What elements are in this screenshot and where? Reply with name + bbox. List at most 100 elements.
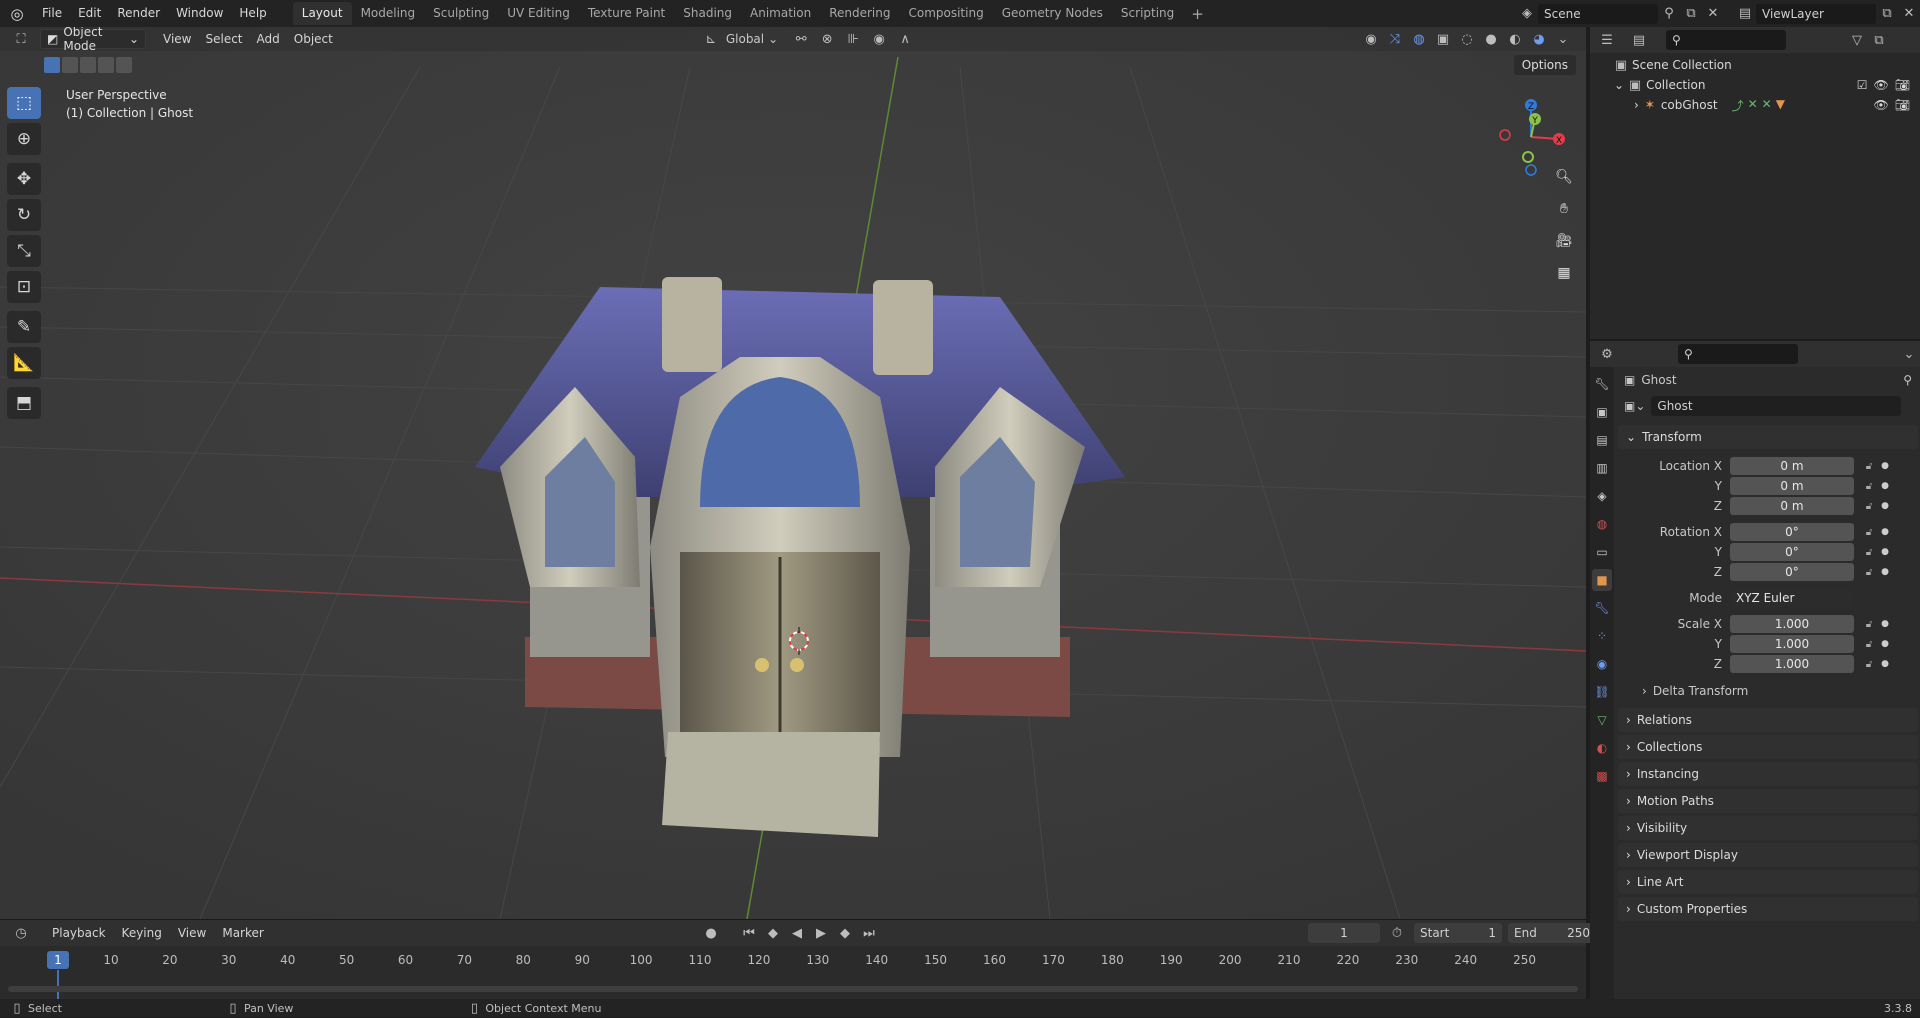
texture-tab-icon[interactable]: ▩: [1592, 765, 1612, 787]
timeline-menu-marker[interactable]: Marker: [214, 926, 271, 940]
perspective-grid-icon[interactable]: ▦: [1552, 261, 1576, 285]
custom-properties-panel-header[interactable]: › Custom Properties: [1618, 897, 1918, 921]
relations-panel-header[interactable]: › Relations: [1618, 708, 1918, 732]
render-tab-icon[interactable]: ▣: [1592, 401, 1612, 423]
delta-transform-subpanel[interactable]: › Delta Transform: [1618, 680, 1918, 702]
delete-scene-icon[interactable]: ✕: [1702, 4, 1724, 24]
tab-compositing[interactable]: Compositing: [899, 2, 992, 25]
transform-panel-header[interactable]: ⌄ Transform: [1618, 425, 1918, 449]
tool-tab-icon[interactable]: 🔧︎: [1592, 373, 1612, 395]
keyframe-dot-icon[interactable]: ●: [1878, 639, 1892, 649]
scene-tab-icon[interactable]: ◈: [1592, 485, 1612, 507]
physics-tab-icon[interactable]: ◉: [1592, 653, 1612, 675]
3d-viewport[interactable]: ⛶ ◩ Object Mode ⌄ View Select Add Object…: [0, 27, 1586, 919]
menu-window[interactable]: Window: [168, 0, 231, 27]
lock-icon[interactable]: 🔓︎: [1860, 639, 1878, 650]
rotation-x-field[interactable]: 0°: [1730, 523, 1854, 541]
rotation-mode-dropdown[interactable]: XYZ Euler: [1730, 589, 1854, 607]
rotation-y-field[interactable]: 0°: [1730, 543, 1854, 561]
jump-end-icon[interactable]: ⏭: [858, 923, 880, 943]
play-reverse-icon[interactable]: ◀: [786, 923, 808, 943]
new-viewlayer-icon[interactable]: ⧉: [1876, 4, 1898, 24]
lock-icon[interactable]: 🔓︎: [1860, 501, 1878, 512]
material-tab-icon[interactable]: ◐: [1592, 737, 1612, 759]
lock-icon[interactable]: 🔓︎: [1860, 619, 1878, 630]
visibility-panel-header[interactable]: › Visibility: [1618, 816, 1918, 840]
overlay-icon[interactable]: ◍: [1408, 29, 1430, 49]
lock-icon[interactable]: 🔓︎: [1860, 547, 1878, 558]
camera-view-icon[interactable]: 🎥︎: [1552, 229, 1576, 253]
scene-field[interactable]: Scene: [1538, 3, 1658, 24]
select-subtract-icon[interactable]: [80, 57, 96, 73]
tab-uv-editing[interactable]: UV Editing: [498, 2, 579, 25]
solid-shading-icon[interactable]: ●: [1480, 29, 1502, 49]
viewport-menu-add[interactable]: Add: [250, 29, 287, 49]
current-frame-indicator[interactable]: 1: [47, 951, 69, 969]
menu-render[interactable]: Render: [109, 0, 168, 27]
snap-icon[interactable]: ⊗: [816, 29, 838, 49]
proportional-edit-icon[interactable]: ◉: [868, 29, 890, 49]
location-y-field[interactable]: 0 m: [1730, 477, 1854, 495]
editor-type-icon[interactable]: ◷: [10, 923, 32, 943]
viewport-display-panel-header[interactable]: › Viewport Display: [1618, 843, 1918, 867]
tab-scripting[interactable]: Scripting: [1112, 2, 1183, 25]
chevron-down-icon[interactable]: ⌄: [1614, 78, 1624, 92]
line-art-panel-header[interactable]: › Line Art: [1618, 870, 1918, 894]
viewport-menu-object[interactable]: Object: [287, 29, 340, 49]
scale-z-field[interactable]: 1.000: [1730, 655, 1854, 673]
cursor-tool-icon[interactable]: ⊕: [7, 123, 41, 155]
stopwatch-icon[interactable]: ⏱: [1386, 923, 1408, 943]
wireframe-shading-icon[interactable]: ◌: [1456, 29, 1478, 49]
modifier-tab-icon[interactable]: 🔧︎: [1592, 597, 1612, 619]
gizmo-icon[interactable]: ⤨: [1384, 29, 1406, 49]
outliner-row-scene-collection[interactable]: ▣ Scene Collection: [1590, 55, 1920, 75]
scale-x-field[interactable]: 1.000: [1730, 615, 1854, 633]
record-icon[interactable]: ●: [700, 923, 722, 943]
zoom-icon[interactable]: 🔍︎: [1552, 165, 1576, 189]
object-tab-icon[interactable]: ■: [1592, 569, 1612, 591]
tab-sculpting[interactable]: Sculpting: [424, 2, 498, 25]
material-shading-icon[interactable]: ◐: [1504, 29, 1526, 49]
rotation-z-field[interactable]: 0°: [1730, 563, 1854, 581]
viewport-menu-view[interactable]: View: [156, 29, 198, 49]
annotate-tool-icon[interactable]: ✎: [7, 311, 41, 343]
pin-icon[interactable]: ⚲: [1658, 4, 1680, 24]
keyframe-dot-icon[interactable]: ●: [1878, 567, 1892, 577]
tab-rendering[interactable]: Rendering: [820, 2, 899, 25]
falloff-icon[interactable]: ∧: [894, 29, 916, 49]
output-tab-icon[interactable]: ▤: [1592, 429, 1612, 451]
blender-logo-icon[interactable]: ◎: [0, 0, 34, 27]
camera-icon[interactable]: 📷︎: [1895, 98, 1910, 112]
outliner-row-collection[interactable]: ⌄ ▣ Collection ☑ 👁︎ 📷︎: [1590, 75, 1920, 95]
select-intersect-icon[interactable]: [116, 57, 132, 73]
editor-type-icon[interactable]: ⚙: [1596, 344, 1618, 364]
lock-icon[interactable]: 🔓︎: [1860, 659, 1878, 670]
chevron-down-icon[interactable]: ⌄: [1552, 29, 1574, 49]
instancing-panel-header[interactable]: › Instancing: [1618, 762, 1918, 786]
display-mode-icon[interactable]: ▤: [1628, 30, 1650, 50]
camera-icon[interactable]: 📷︎: [1895, 78, 1910, 92]
location-z-field[interactable]: 0 m: [1730, 497, 1854, 515]
gizmo-neg-x[interactable]: [1499, 129, 1511, 141]
end-frame-field[interactable]: End 250: [1508, 923, 1596, 943]
menu-edit[interactable]: Edit: [70, 0, 109, 27]
play-icon[interactable]: ▶: [810, 923, 832, 943]
editor-type-icon[interactable]: ⛶: [10, 29, 32, 49]
keyframe-dot-icon[interactable]: ●: [1878, 659, 1892, 669]
keyframe-dot-icon[interactable]: ●: [1878, 527, 1892, 537]
visibility-icon[interactable]: ◉: [1360, 29, 1382, 49]
location-x-field[interactable]: 0 m: [1730, 457, 1854, 475]
move-tool-icon[interactable]: ✥: [7, 163, 41, 195]
transform-tool-icon[interactable]: ⊡: [7, 271, 41, 303]
lock-icon[interactable]: 🔓︎: [1860, 567, 1878, 578]
select-box-tool-icon[interactable]: ⬚: [7, 87, 41, 119]
collection-tab-icon[interactable]: ▭: [1592, 541, 1612, 563]
data-tab-icon[interactable]: ▽: [1592, 709, 1612, 731]
checkbox-icon[interactable]: ☑: [1857, 78, 1868, 92]
motion-paths-panel-header[interactable]: › Motion Paths: [1618, 789, 1918, 813]
tab-shading[interactable]: Shading: [674, 2, 741, 25]
particles-tab-icon[interactable]: ⁘: [1592, 625, 1612, 647]
tab-layout[interactable]: Layout: [292, 2, 352, 25]
orientation-dropdown[interactable]: Global: [726, 32, 764, 46]
next-keyframe-icon[interactable]: ◆: [834, 923, 856, 943]
